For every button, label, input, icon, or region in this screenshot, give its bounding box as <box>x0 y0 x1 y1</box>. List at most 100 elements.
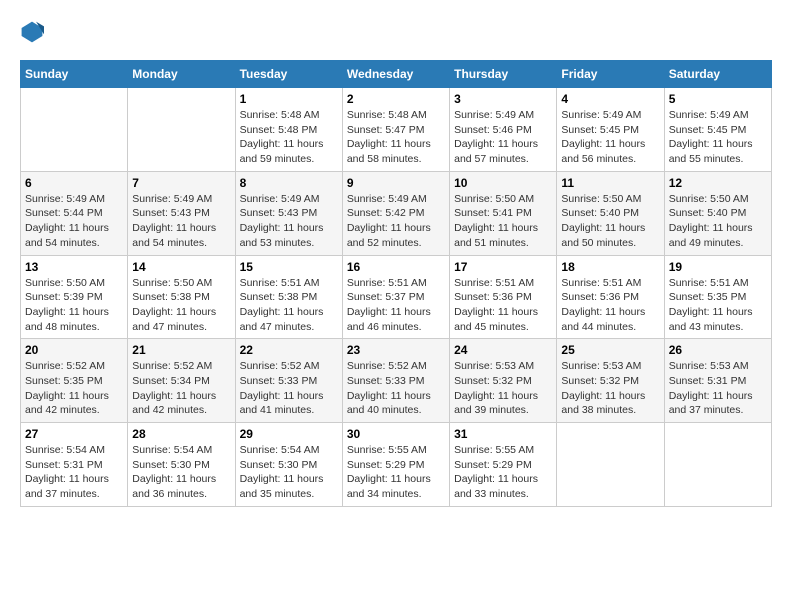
page-header <box>20 20 772 44</box>
day-info: Sunrise: 5:48 AMSunset: 5:47 PMDaylight:… <box>347 108 445 167</box>
calendar-cell: 30 Sunrise: 5:55 AMSunset: 5:29 PMDayligh… <box>342 423 449 507</box>
calendar-cell: 19 Sunrise: 5:51 AMSunset: 5:35 PMDayligh… <box>664 255 771 339</box>
calendar-cell <box>128 88 235 172</box>
day-info: Sunrise: 5:54 AMSunset: 5:30 PMDaylight:… <box>240 443 338 502</box>
day-number: 1 <box>240 92 338 106</box>
day-info: Sunrise: 5:55 AMSunset: 5:29 PMDaylight:… <box>454 443 552 502</box>
day-info: Sunrise: 5:49 AMSunset: 5:45 PMDaylight:… <box>561 108 659 167</box>
calendar-week-row: 27 Sunrise: 5:54 AMSunset: 5:31 PMDayligh… <box>21 423 772 507</box>
calendar-header-saturday: Saturday <box>664 61 771 88</box>
calendar-cell: 31 Sunrise: 5:55 AMSunset: 5:29 PMDayligh… <box>450 423 557 507</box>
calendar-cell: 4 Sunrise: 5:49 AMSunset: 5:45 PMDaylight… <box>557 88 664 172</box>
day-info: Sunrise: 5:50 AMSunset: 5:39 PMDaylight:… <box>25 276 123 335</box>
calendar-cell: 27 Sunrise: 5:54 AMSunset: 5:31 PMDayligh… <box>21 423 128 507</box>
day-info: Sunrise: 5:54 AMSunset: 5:30 PMDaylight:… <box>132 443 230 502</box>
day-number: 18 <box>561 260 659 274</box>
calendar-cell: 24 Sunrise: 5:53 AMSunset: 5:32 PMDayligh… <box>450 339 557 423</box>
day-number: 9 <box>347 176 445 190</box>
calendar-cell <box>557 423 664 507</box>
calendar-cell: 20Sunrise: 5:52 AMSunset: 5:35 PMDayligh… <box>21 339 128 423</box>
calendar-cell: 23Sunrise: 5:52 AMSunset: 5:33 PMDayligh… <box>342 339 449 423</box>
day-number: 27 <box>25 427 123 441</box>
day-number: 22 <box>240 343 338 357</box>
day-info: Sunrise: 5:50 AMSunset: 5:40 PMDaylight:… <box>561 192 659 251</box>
calendar-cell: 16 Sunrise: 5:51 AMSunset: 5:37 PMDayligh… <box>342 255 449 339</box>
calendar-week-row: 13 Sunrise: 5:50 AMSunset: 5:39 PMDayligh… <box>21 255 772 339</box>
day-info: Sunrise: 5:53 AMSunset: 5:31 PMDaylight:… <box>669 359 767 418</box>
day-info: Sunrise: 5:55 AMSunset: 5:29 PMDaylight:… <box>347 443 445 502</box>
day-number: 7 <box>132 176 230 190</box>
day-number: 19 <box>669 260 767 274</box>
calendar-cell: 13 Sunrise: 5:50 AMSunset: 5:39 PMDayligh… <box>21 255 128 339</box>
day-info: Sunrise: 5:51 AMSunset: 5:38 PMDaylight:… <box>240 276 338 335</box>
day-number: 10 <box>454 176 552 190</box>
calendar-cell: 18 Sunrise: 5:51 AMSunset: 5:36 PMDayligh… <box>557 255 664 339</box>
day-number: 13 <box>25 260 123 274</box>
calendar-cell: 3 Sunrise: 5:49 AMSunset: 5:46 PMDaylight… <box>450 88 557 172</box>
day-number: 16 <box>347 260 445 274</box>
day-number: 5 <box>669 92 767 106</box>
calendar-header-friday: Friday <box>557 61 664 88</box>
day-number: 23 <box>347 343 445 357</box>
day-number: 4 <box>561 92 659 106</box>
calendar-cell: 1 Sunrise: 5:48 AMSunset: 5:48 PMDaylight… <box>235 88 342 172</box>
day-number: 21 <box>132 343 230 357</box>
calendar-cell: 17 Sunrise: 5:51 AMSunset: 5:36 PMDayligh… <box>450 255 557 339</box>
day-number: 28 <box>132 427 230 441</box>
day-info: Sunrise: 5:52 AMSunset: 5:35 PMDaylight:… <box>25 359 123 418</box>
day-number: 11 <box>561 176 659 190</box>
calendar-cell: 8Sunrise: 5:49 AMSunset: 5:43 PMDaylight… <box>235 171 342 255</box>
calendar-table: SundayMondayTuesdayWednesdayThursdayFrid… <box>20 60 772 507</box>
day-number: 17 <box>454 260 552 274</box>
calendar-cell: 7Sunrise: 5:49 AMSunset: 5:43 PMDaylight… <box>128 171 235 255</box>
day-number: 6 <box>25 176 123 190</box>
calendar-header-tuesday: Tuesday <box>235 61 342 88</box>
calendar-cell: 28 Sunrise: 5:54 AMSunset: 5:30 PMDayligh… <box>128 423 235 507</box>
calendar-cell: 9 Sunrise: 5:49 AMSunset: 5:42 PMDaylight… <box>342 171 449 255</box>
calendar-cell: 15 Sunrise: 5:51 AMSunset: 5:38 PMDayligh… <box>235 255 342 339</box>
calendar-week-row: 6 Sunrise: 5:49 AMSunset: 5:44 PMDaylight… <box>21 171 772 255</box>
day-info: Sunrise: 5:53 AMSunset: 5:32 PMDaylight:… <box>454 359 552 418</box>
day-number: 29 <box>240 427 338 441</box>
day-info: Sunrise: 5:48 AMSunset: 5:48 PMDaylight:… <box>240 108 338 167</box>
day-info: Sunrise: 5:53 AMSunset: 5:32 PMDaylight:… <box>561 359 659 418</box>
calendar-cell: 5 Sunrise: 5:49 AMSunset: 5:45 PMDaylight… <box>664 88 771 172</box>
day-info: Sunrise: 5:51 AMSunset: 5:36 PMDaylight:… <box>454 276 552 335</box>
day-info: Sunrise: 5:51 AMSunset: 5:37 PMDaylight:… <box>347 276 445 335</box>
day-info: Sunrise: 5:49 AMSunset: 5:42 PMDaylight:… <box>347 192 445 251</box>
calendar-cell: 12 Sunrise: 5:50 AMSunset: 5:40 PMDayligh… <box>664 171 771 255</box>
day-info: Sunrise: 5:54 AMSunset: 5:31 PMDaylight:… <box>25 443 123 502</box>
calendar-cell: 26Sunrise: 5:53 AMSunset: 5:31 PMDayligh… <box>664 339 771 423</box>
calendar-cell: 6 Sunrise: 5:49 AMSunset: 5:44 PMDaylight… <box>21 171 128 255</box>
day-number: 24 <box>454 343 552 357</box>
calendar-cell: 25 Sunrise: 5:53 AMSunset: 5:32 PMDayligh… <box>557 339 664 423</box>
day-info: Sunrise: 5:51 AMSunset: 5:35 PMDaylight:… <box>669 276 767 335</box>
day-info: Sunrise: 5:49 AMSunset: 5:43 PMDaylight:… <box>240 192 338 251</box>
calendar-cell: 10 Sunrise: 5:50 AMSunset: 5:41 PMDayligh… <box>450 171 557 255</box>
day-info: Sunrise: 5:49 AMSunset: 5:44 PMDaylight:… <box>25 192 123 251</box>
calendar-cell <box>21 88 128 172</box>
day-number: 31 <box>454 427 552 441</box>
calendar-header-wednesday: Wednesday <box>342 61 449 88</box>
calendar-cell: 22Sunrise: 5:52 AMSunset: 5:33 PMDayligh… <box>235 339 342 423</box>
logo <box>20 20 48 44</box>
calendar-cell: 2 Sunrise: 5:48 AMSunset: 5:47 PMDaylight… <box>342 88 449 172</box>
day-info: Sunrise: 5:50 AMSunset: 5:38 PMDaylight:… <box>132 276 230 335</box>
calendar-cell: 21Sunrise: 5:52 AMSunset: 5:34 PMDayligh… <box>128 339 235 423</box>
day-number: 3 <box>454 92 552 106</box>
day-number: 30 <box>347 427 445 441</box>
day-info: Sunrise: 5:49 AMSunset: 5:45 PMDaylight:… <box>669 108 767 167</box>
day-number: 2 <box>347 92 445 106</box>
day-info: Sunrise: 5:51 AMSunset: 5:36 PMDaylight:… <box>561 276 659 335</box>
day-info: Sunrise: 5:49 AMSunset: 5:46 PMDaylight:… <box>454 108 552 167</box>
logo-icon <box>20 20 44 44</box>
day-number: 12 <box>669 176 767 190</box>
calendar-week-row: 1 Sunrise: 5:48 AMSunset: 5:48 PMDaylight… <box>21 88 772 172</box>
day-info: Sunrise: 5:50 AMSunset: 5:41 PMDaylight:… <box>454 192 552 251</box>
day-number: 15 <box>240 260 338 274</box>
calendar-cell: 14Sunrise: 5:50 AMSunset: 5:38 PMDayligh… <box>128 255 235 339</box>
calendar-header-monday: Monday <box>128 61 235 88</box>
day-info: Sunrise: 5:50 AMSunset: 5:40 PMDaylight:… <box>669 192 767 251</box>
calendar-week-row: 20Sunrise: 5:52 AMSunset: 5:35 PMDayligh… <box>21 339 772 423</box>
day-number: 25 <box>561 343 659 357</box>
